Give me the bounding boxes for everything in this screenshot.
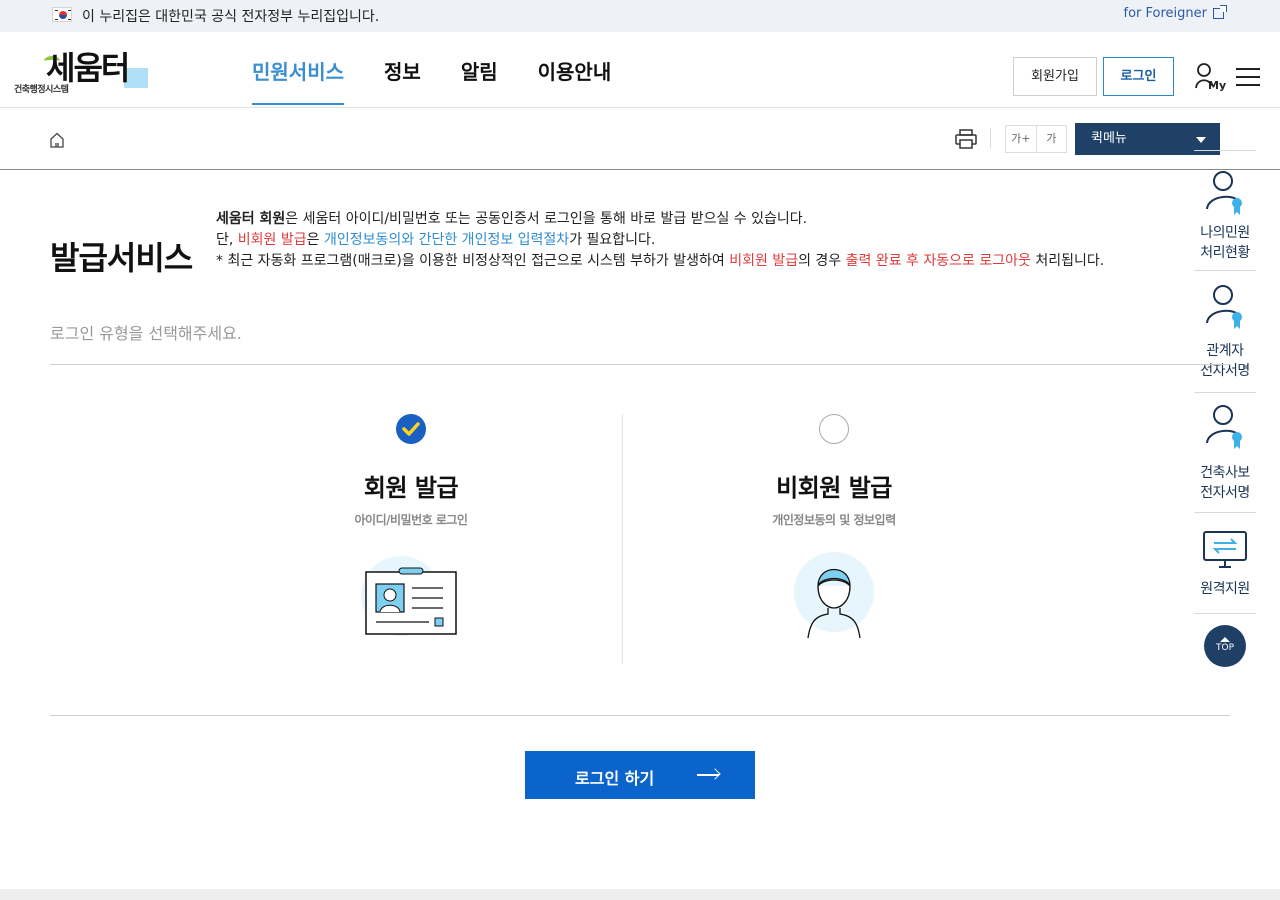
quick-item-my-civil[interactable]: 나의민원 처리현황 (1194, 150, 1256, 270)
join-button[interactable]: 회원가입 (1013, 57, 1097, 96)
notice-line: 단, 비회원 발급은 개인정보동의와 간단한 개인정보 입력절차가 필요합니다. (216, 230, 1104, 251)
for-foreigner-label: for Foreigner (1123, 6, 1207, 21)
my-page-icon[interactable]: My (1194, 62, 1226, 92)
font-increase-button[interactable]: 가+ (1006, 126, 1036, 152)
monitor-transfer-icon (1203, 531, 1247, 568)
person-icon (774, 550, 894, 650)
nav-item-guide[interactable]: 이용안내 (538, 32, 612, 108)
divider (50, 715, 1230, 716)
arrow-up-icon (1220, 637, 1230, 642)
nav-item-info[interactable]: 정보 (384, 32, 421, 108)
nav-item-notice[interactable]: 알림 (461, 32, 498, 108)
site-header: 세움터 건축행정시스템 민원서비스 정보 알림 이용안내 회원가입 로그인 My (0, 32, 1280, 108)
radio-checked[interactable] (396, 414, 426, 444)
gov-banner-text: 이 누리집은 대한민국 공식 전자정부 누리집입니다. (82, 9, 380, 25)
footer-strip (0, 889, 1280, 900)
korea-flag-icon (52, 7, 72, 22)
notice-text: 가 필요합니다. (569, 232, 656, 248)
user-badge-icon (1206, 405, 1242, 449)
user-badge-icon (1206, 171, 1242, 215)
scroll-top-label: TOP (1215, 643, 1234, 653)
quick-item-label: 나의민원 (1200, 225, 1250, 241)
logo-subtitle: 건축행정시스템 (14, 85, 69, 95)
quick-item-label: 건축사보 (1200, 465, 1250, 481)
quick-item-label: 처리현황 (1200, 245, 1250, 261)
gov-banner: 이 누리집은 대한민국 공식 전자정부 누리집입니다. for Foreigne… (0, 0, 1280, 32)
guest-issuance-option[interactable]: 비회원 발급 개인정보동의 및 정보입력 (724, 414, 944, 650)
notice-logout-emphasis: 출력 완료 후 자동으로 로그아웃 (845, 253, 1031, 269)
quick-item-stakeholder-sign[interactable]: 관계자 전자서명 (1194, 270, 1256, 392)
font-default-button[interactable]: 가 (1035, 126, 1067, 152)
notice-guest-emphasis: 비회원 발급 (729, 253, 799, 269)
print-icon[interactable] (955, 129, 977, 149)
logo-text: 세움터 (46, 49, 130, 87)
quick-item-label: 원격지원 (1200, 581, 1250, 597)
notice-text: 단, (216, 232, 238, 248)
quick-item-label: 전자서명 (1200, 485, 1250, 501)
login-submit-label: 로그인 하기 (575, 769, 655, 788)
notice-text: 처리됩니다. (1030, 253, 1105, 269)
logo[interactable]: 세움터 건축행정시스템 (14, 48, 154, 95)
utility-bar: 가+ 가 퀵메뉴 (0, 108, 1280, 170)
check-icon (402, 422, 420, 436)
user-badge-icon (1206, 285, 1242, 329)
option-subtitle: 개인정보동의 및 정보입력 (772, 513, 896, 527)
home-icon[interactable] (49, 132, 65, 148)
notice-member-emphasis: 세움터 회원 (216, 211, 286, 227)
font-size-control: 가+ 가 (1005, 125, 1067, 153)
for-foreigner-link[interactable]: for Foreigner (1123, 5, 1227, 21)
notice-line: * 최근 자동화 프로그램(매크로)을 이용한 비정상적인 접근으로 시스템 부… (216, 251, 1104, 272)
arrow-right-icon (697, 774, 719, 776)
notice-guest-emphasis: 비회원 발급 (237, 232, 307, 248)
nav-item-civil-service[interactable]: 민원서비스 (252, 32, 344, 108)
page-title: 발급서비스 (50, 239, 193, 277)
hamburger-menu-icon[interactable] (1236, 68, 1260, 86)
member-issuance-option[interactable]: 회원 발급 아이디/비밀번호 로그인 (301, 414, 521, 650)
option-divider (622, 414, 623, 664)
scroll-top-button[interactable]: TOP (1204, 625, 1246, 667)
login-type-hint: 로그인 유형을 선택해주세요. (50, 324, 242, 343)
issuance-notice: 세움터 회원은 세움터 아이디/비밀번호 또는 공동인증서 로그인을 통해 바로… (216, 209, 1104, 272)
quick-item-architect-sign[interactable]: 건축사보 전자서명 (1194, 392, 1256, 512)
notice-text: 의 경우 (798, 253, 846, 269)
header-login-button[interactable]: 로그인 (1103, 57, 1174, 96)
quick-item-label: 관계자 (1206, 343, 1244, 359)
option-subtitle: 아이디/비밀번호 로그인 (354, 513, 468, 527)
divider (50, 364, 1230, 365)
radio-unchecked[interactable] (819, 414, 849, 444)
id-card-icon (351, 550, 471, 650)
option-title: 회원 발급 (363, 474, 459, 502)
chevron-down-icon (1196, 137, 1206, 143)
svg-text:My: My (1208, 79, 1226, 92)
notice-text: 은 (306, 232, 324, 248)
login-submit-button[interactable]: 로그인 하기 (525, 751, 755, 799)
notice-line: 세움터 회원은 세움터 아이디/비밀번호 또는 공동인증서 로그인을 통해 바로… (216, 209, 1104, 230)
notice-text: 은 세움터 아이디/비밀번호 또는 공동인증서 로그인을 통해 바로 발급 받으… (285, 211, 808, 227)
option-title: 비회원 발급 (776, 474, 892, 502)
quick-panel: 나의민원 처리현황 관계자 전자서명 건축사보 전자서명 원격지원 (1194, 150, 1256, 614)
notice-text: * 최근 자동화 프로그램(매크로)을 이용한 비정상적인 접근으로 시스템 부… (216, 253, 730, 269)
external-link-icon (1213, 5, 1227, 19)
quick-item-remote-support[interactable]: 원격지원 (1194, 512, 1256, 614)
main-nav: 민원서비스 정보 알림 이용안내 (252, 32, 651, 108)
quick-menu-label: 퀵메뉴 (1091, 131, 1127, 146)
divider (990, 128, 991, 148)
notice-consent-emphasis: 개인정보동의와 간단한 개인정보 입력절차 (323, 232, 570, 248)
